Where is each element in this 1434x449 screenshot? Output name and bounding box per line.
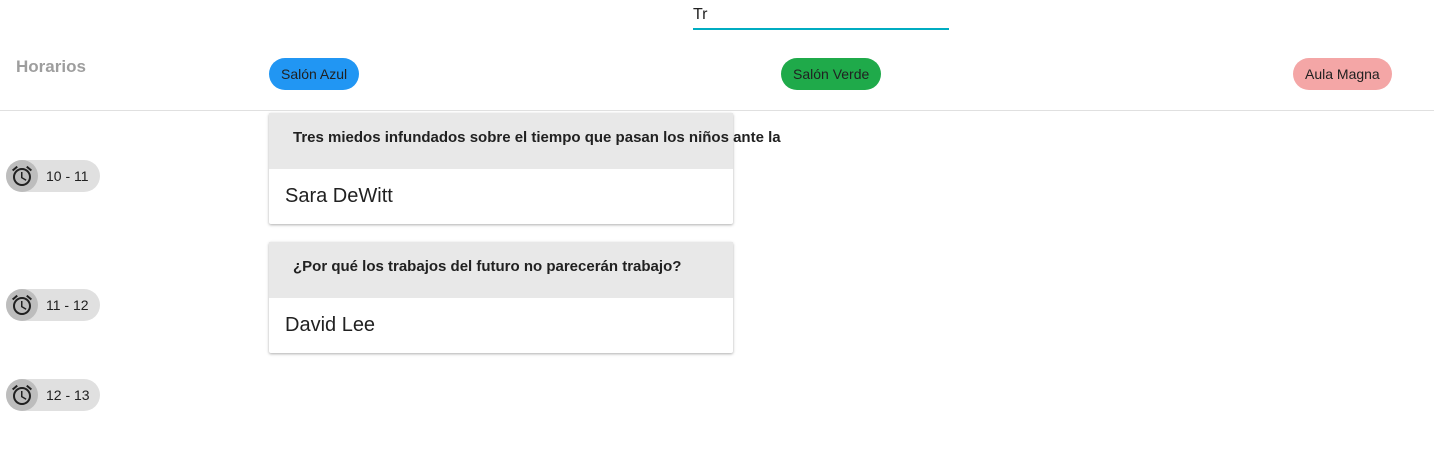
talk-card-header: Tres miedos infundados sobre el tiempo q…: [269, 113, 781, 169]
room-chip-salon-azul[interactable]: Salón Azul: [269, 58, 360, 90]
schedule-page: Horarios Salón Azul Salón Verde Aula Mag…: [0, 0, 1434, 449]
speaker-name: Sara DeWitt: [285, 185, 393, 207]
talk-card[interactable]: Tres miedos infundados sobre el tiempo q…: [269, 113, 781, 224]
room-chip-salon-verde[interactable]: Salón Verde: [781, 58, 882, 90]
speaker-name: David Lee: [285, 314, 376, 336]
alarm-clock-icon: [6, 160, 38, 192]
room-chip-aula-magna[interactable]: Aula Magna: [1293, 58, 1392, 90]
search-field[interactable]: [693, 4, 949, 30]
schedule-title: Horarios: [16, 57, 86, 76]
time-slot-chip: 11 - 12: [6, 289, 100, 321]
time-slot-label: 12 - 13: [46, 387, 90, 403]
talk-title: Tres miedos infundados sobre el tiempo q…: [293, 129, 781, 146]
time-slot-label: 10 - 11: [46, 168, 89, 184]
time-slot-chip: 12 - 13: [6, 379, 100, 411]
talk-title: ¿Por qué los trabajos del futuro no pare…: [293, 258, 682, 275]
talk-card[interactable]: ¿Por qué los trabajos del futuro no pare…: [269, 242, 733, 353]
search-input[interactable]: [693, 4, 949, 26]
time-slot-chip: 10 - 11: [6, 160, 100, 192]
time-slot-label: 11 - 12: [46, 297, 89, 313]
alarm-clock-icon: [6, 379, 38, 411]
talk-card-header: ¿Por qué los trabajos del futuro no pare…: [269, 242, 733, 298]
header-divider: [0, 110, 1434, 111]
alarm-clock-icon: [6, 289, 38, 321]
